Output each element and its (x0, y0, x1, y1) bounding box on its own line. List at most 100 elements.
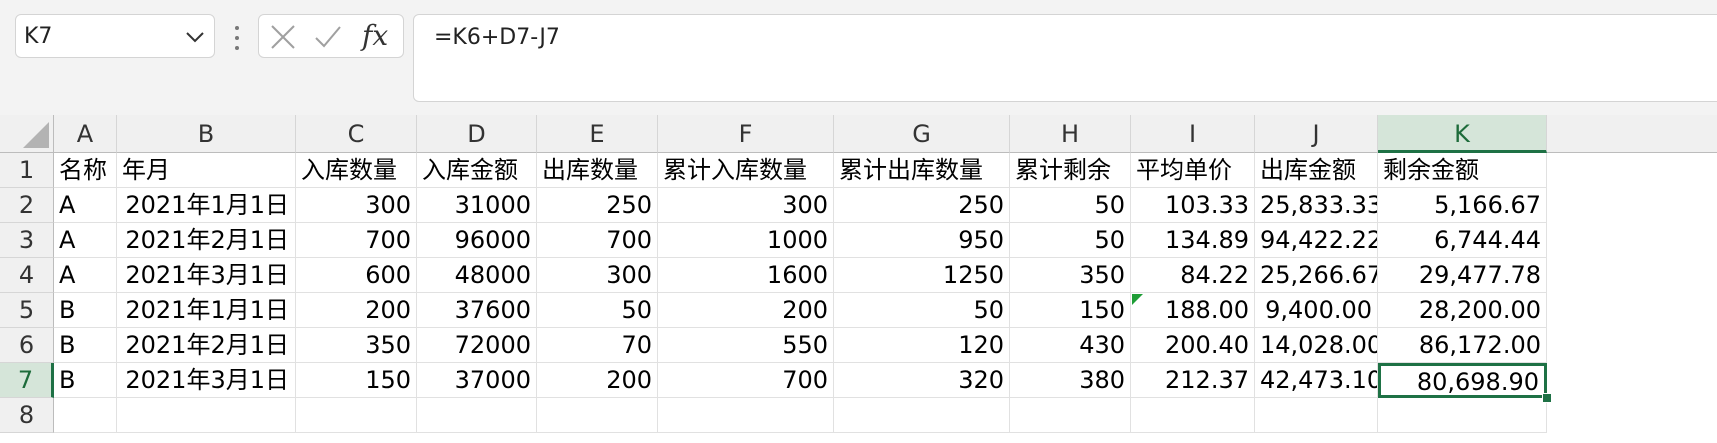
data-cell[interactable]: 50 (537, 293, 658, 328)
empty-cell[interactable] (1010, 398, 1131, 433)
data-cell[interactable]: 25,833.33 (1255, 188, 1378, 223)
data-cell[interactable]: 150 (1010, 293, 1131, 328)
empty-cell[interactable] (537, 398, 658, 433)
column-title-cell[interactable]: 剩余金额 (1378, 153, 1547, 188)
data-cell[interactable]: 70 (537, 328, 658, 363)
data-cell[interactable]: A (54, 188, 117, 223)
column-title-cell[interactable]: 入库数量 (296, 153, 417, 188)
column-header-j[interactable]: J (1255, 115, 1378, 153)
row-header-8[interactable]: 8 (0, 398, 54, 433)
data-cell[interactable]: 700 (537, 223, 658, 258)
x-icon[interactable] (269, 23, 297, 51)
data-cell[interactable]: 200 (658, 293, 834, 328)
data-cell[interactable]: B (54, 363, 117, 398)
formula-input[interactable]: =K6+D7-J7 (413, 14, 1717, 102)
data-cell[interactable]: 2021年3月1日 (117, 363, 296, 398)
data-cell[interactable]: 950 (834, 223, 1010, 258)
data-cell[interactable]: 150 (296, 363, 417, 398)
data-cell[interactable]: 200 (537, 363, 658, 398)
row-header-6[interactable]: 6 (0, 328, 54, 363)
column-title-cell[interactable]: 平均单价 (1131, 153, 1255, 188)
data-cell[interactable]: 2021年2月1日 (117, 223, 296, 258)
column-title-cell[interactable]: 出库数量 (537, 153, 658, 188)
data-cell[interactable]: 700 (296, 223, 417, 258)
data-cell[interactable]: 50 (1010, 188, 1131, 223)
data-cell[interactable]: 25,266.67 (1255, 258, 1378, 293)
data-cell[interactable]: 1250 (834, 258, 1010, 293)
row-header-2[interactable]: 2 (0, 188, 54, 223)
empty-cell[interactable] (54, 398, 117, 433)
data-cell[interactable]: 120 (834, 328, 1010, 363)
column-header-b[interactable]: B (117, 115, 296, 153)
data-cell[interactable]: 2021年1月1日 (117, 188, 296, 223)
data-cell[interactable]: 2021年1月1日 (117, 293, 296, 328)
column-header-d[interactable]: D (417, 115, 537, 153)
column-header-c[interactable]: C (296, 115, 417, 153)
data-cell[interactable]: A (54, 223, 117, 258)
data-cell[interactable]: 29,477.78 (1378, 258, 1547, 293)
data-cell[interactable]: A (54, 258, 117, 293)
empty-cell[interactable] (1378, 398, 1547, 433)
data-cell[interactable]: 320 (834, 363, 1010, 398)
data-cell[interactable]: 94,422.22 (1255, 223, 1378, 258)
column-title-cell[interactable]: 累计出库数量 (834, 153, 1010, 188)
row-header-1[interactable]: 1 (0, 153, 54, 188)
data-cell[interactable]: 350 (1010, 258, 1131, 293)
data-cell[interactable]: 50 (1010, 223, 1131, 258)
row-header-5[interactable]: 5 (0, 293, 54, 328)
data-cell[interactable]: 6,744.44 (1378, 223, 1547, 258)
data-cell[interactable]: 350 (296, 328, 417, 363)
data-cell[interactable]: 134.89 (1131, 223, 1255, 258)
fill-handle[interactable] (1542, 393, 1552, 403)
data-cell[interactable]: 14,028.00 (1255, 328, 1378, 363)
data-cell[interactable]: 600 (296, 258, 417, 293)
empty-cell[interactable] (1131, 398, 1255, 433)
column-header-g[interactable]: G (834, 115, 1010, 153)
grip-dots-icon[interactable] (234, 24, 240, 52)
data-cell[interactable]: 37000 (417, 363, 537, 398)
chevron-down-icon[interactable] (184, 27, 206, 47)
name-box[interactable]: K7 (15, 14, 215, 58)
empty-cell[interactable] (417, 398, 537, 433)
column-title-cell[interactable]: 累计剩余 (1010, 153, 1131, 188)
data-cell[interactable]: 188.00 (1131, 293, 1255, 328)
select-all-corner[interactable] (0, 115, 54, 153)
data-cell[interactable]: 1000 (658, 223, 834, 258)
row-header-3[interactable]: 3 (0, 223, 54, 258)
column-header-f[interactable]: F (658, 115, 834, 153)
data-cell[interactable]: 2021年2月1日 (117, 328, 296, 363)
data-cell[interactable]: 430 (1010, 328, 1131, 363)
data-cell[interactable]: 48000 (417, 258, 537, 293)
check-icon[interactable] (314, 23, 342, 51)
data-cell[interactable]: 84.22 (1131, 258, 1255, 293)
data-cell[interactable]: 103.33 (1131, 188, 1255, 223)
column-title-cell[interactable]: 出库金额 (1255, 153, 1378, 188)
empty-cell[interactable] (658, 398, 834, 433)
column-title-cell[interactable]: 名称 (54, 153, 117, 188)
column-title-cell[interactable]: 年月 (117, 153, 296, 188)
empty-cell[interactable] (834, 398, 1010, 433)
data-cell[interactable]: 250 (834, 188, 1010, 223)
data-cell[interactable]: 96000 (417, 223, 537, 258)
data-cell[interactable]: 300 (537, 258, 658, 293)
data-cell[interactable]: 50 (834, 293, 1010, 328)
data-cell[interactable]: B (54, 328, 117, 363)
column-title-cell[interactable]: 累计入库数量 (658, 153, 834, 188)
column-header-i[interactable]: I (1131, 115, 1255, 153)
data-cell[interactable]: 300 (658, 188, 834, 223)
data-cell[interactable]: 80,698.90 (1378, 363, 1547, 398)
column-header-k[interactable]: K (1378, 115, 1547, 153)
data-cell[interactable]: 700 (658, 363, 834, 398)
data-cell[interactable]: 37600 (417, 293, 537, 328)
data-cell[interactable]: 212.37 (1131, 363, 1255, 398)
empty-cell[interactable] (1255, 398, 1378, 433)
data-cell[interactable]: 31000 (417, 188, 537, 223)
data-cell[interactable]: 380 (1010, 363, 1131, 398)
data-cell[interactable]: 2021年3月1日 (117, 258, 296, 293)
column-title-cell[interactable]: 入库金额 (417, 153, 537, 188)
data-cell[interactable]: B (54, 293, 117, 328)
empty-cell[interactable] (117, 398, 296, 433)
data-cell[interactable]: 550 (658, 328, 834, 363)
data-cell[interactable]: 42,473.10 (1255, 363, 1378, 398)
data-cell[interactable]: 200 (296, 293, 417, 328)
